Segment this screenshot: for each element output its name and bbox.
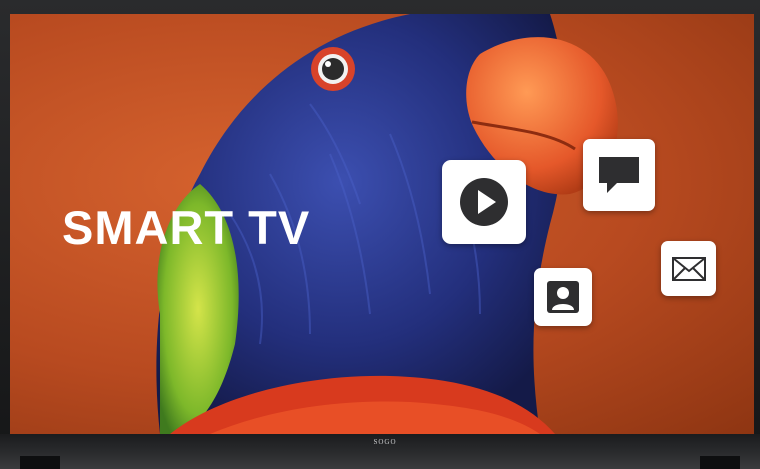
contact-app-tile[interactable] [534,268,592,326]
headline: SMART TV [62,201,311,254]
brand-logo: SOGO [373,438,397,446]
chat-icon [599,157,639,193]
stand-foot-left [20,456,60,469]
play-icon [460,178,508,226]
tv-frame: SMART TV [0,0,760,469]
stand-foot-right [700,456,740,469]
play-app-tile[interactable] [442,160,526,244]
user-icon [547,281,579,313]
chat-app-tile[interactable] [583,139,655,211]
tv-screen: SMART TV [10,14,754,434]
mail-app-tile[interactable] [661,241,716,296]
mail-icon [671,256,706,281]
